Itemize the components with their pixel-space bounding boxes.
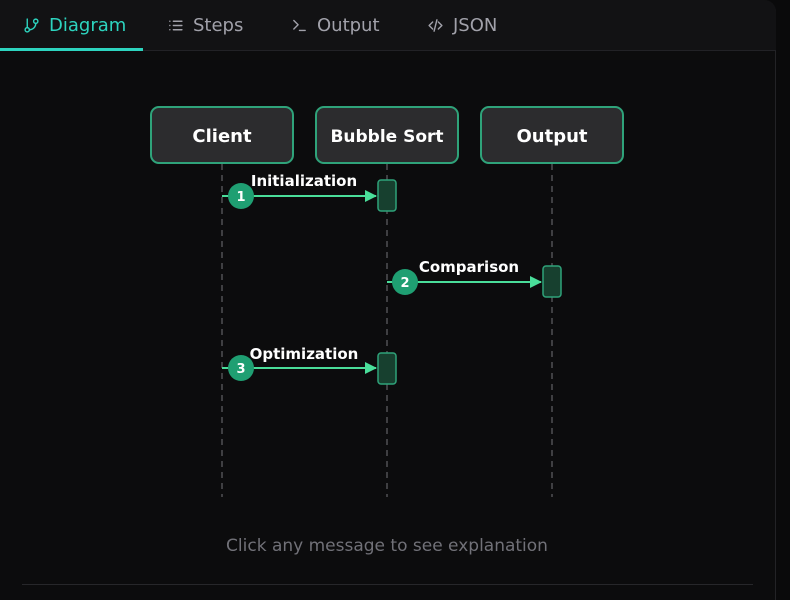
instruction-hint: Click any message to see explanation <box>226 536 548 556</box>
participant-output[interactable]: Output <box>480 106 624 164</box>
message-label: Initialization <box>251 172 357 190</box>
activation-output-2 <box>542 265 562 298</box>
participant-bubble-sort[interactable]: Bubble Sort <box>315 106 459 164</box>
participant-client-label: Client <box>192 126 252 147</box>
participant-output-label: Output <box>516 126 587 147</box>
sequence-diagram: Client Bubble Sort Output Initialization… <box>150 106 624 497</box>
participant-client[interactable]: Client <box>150 106 294 164</box>
message-label: Optimization <box>250 345 359 363</box>
message-comparison[interactable]: Comparison 2 <box>387 258 542 295</box>
participant-bubble-sort-label: Bubble Sort <box>330 127 443 147</box>
diagram-panel: Diagram Steps Output JSON Client Bubble … <box>0 0 776 600</box>
footer-divider <box>22 584 753 585</box>
step-badge-number: 2 <box>400 276 409 291</box>
message-optimization[interactable]: Optimization 3 <box>222 345 377 381</box>
step-badge-number: 1 <box>236 190 245 205</box>
activation-bubble-sort-3 <box>377 352 397 385</box>
activation-bubble-sort-1 <box>377 179 397 212</box>
step-badge-number: 3 <box>236 362 245 377</box>
message-label: Comparison <box>419 258 519 276</box>
message-initialization[interactable]: Initialization 1 <box>222 172 377 209</box>
